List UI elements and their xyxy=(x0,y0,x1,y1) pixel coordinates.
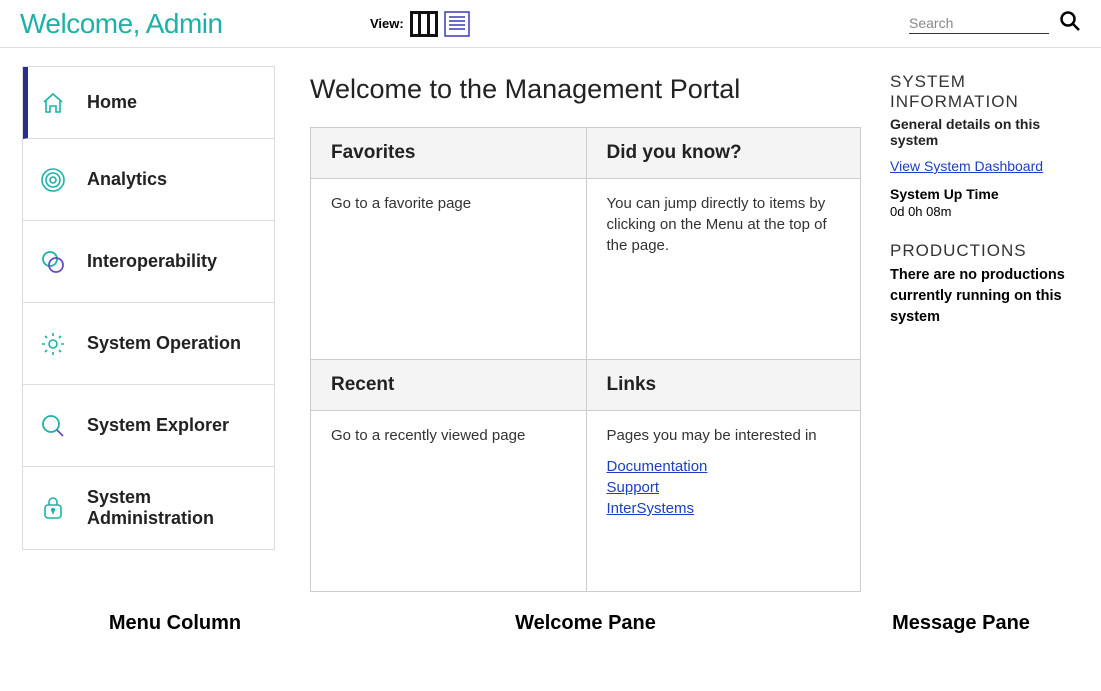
link-support[interactable]: Support xyxy=(607,477,841,498)
annotation-welcome-pane: Welcome Pane xyxy=(320,612,851,635)
sidebar-item-label: Home xyxy=(87,92,137,113)
welcome-greeting: Welcome, Admin xyxy=(20,8,370,40)
uptime-label: System Up Time xyxy=(890,186,1089,202)
list-view-icon[interactable] xyxy=(444,11,470,37)
sidebar-item-label: System Operation xyxy=(87,333,241,354)
recent-cell: Recent Go to a recently viewed page xyxy=(311,360,586,591)
annotation-message-pane: Message Pane xyxy=(851,612,1071,635)
link-intersystems[interactable]: InterSystems xyxy=(607,498,841,519)
links-body: Pages you may be interested in Documenta… xyxy=(587,411,861,591)
view-switcher: View: xyxy=(370,11,520,37)
home-icon xyxy=(39,89,67,117)
sidebar-item-home[interactable]: Home xyxy=(23,67,274,139)
view-label: View: xyxy=(370,16,404,31)
magnifier-icon xyxy=(39,412,67,440)
recent-body: Go to a recently viewed page xyxy=(311,411,586,591)
main-layout: Home Analytics Interoperability System O… xyxy=(0,48,1101,592)
lock-icon xyxy=(39,494,67,522)
links-intro: Pages you may be interested in xyxy=(607,425,841,446)
sidebar-item-label: System Explorer xyxy=(87,415,229,436)
system-dashboard-link[interactable]: View System Dashboard xyxy=(890,158,1089,174)
search-input[interactable] xyxy=(909,13,1049,34)
productions-title: PRODUCTIONS xyxy=(890,241,1089,261)
annotation-menu-column: Menu Column xyxy=(30,612,320,635)
sidebar: Home Analytics Interoperability System O… xyxy=(0,66,275,592)
system-info-subtitle: General details on this system xyxy=(890,116,1089,148)
search-area xyxy=(909,10,1081,37)
sidebar-item-system-administration[interactable]: System Administration xyxy=(23,467,274,549)
info-grid-top: Favorites Go to a favorite page Did you … xyxy=(310,127,861,360)
page-title: Welcome to the Management Portal xyxy=(310,74,861,105)
links-cell: Links Pages you may be interested in Doc… xyxy=(586,360,861,591)
favorites-cell: Favorites Go to a favorite page xyxy=(311,128,586,359)
sidebar-item-system-operation[interactable]: System Operation xyxy=(23,303,274,385)
message-pane: SYSTEM INFORMATION General details on th… xyxy=(886,66,1101,592)
favorites-body: Go to a favorite page xyxy=(311,179,586,359)
recent-header: Recent xyxy=(311,360,586,411)
search-icon[interactable] xyxy=(1059,10,1081,37)
sidebar-item-interoperability[interactable]: Interoperability xyxy=(23,221,274,303)
info-grid-bottom: Recent Go to a recently viewed page Link… xyxy=(310,360,861,592)
didyouknow-body: You can jump directly to items by clicki… xyxy=(587,179,861,359)
sidebar-item-label: Analytics xyxy=(87,169,167,190)
gear-icon xyxy=(39,330,67,358)
sidebar-item-analytics[interactable]: Analytics xyxy=(23,139,274,221)
didyouknow-header: Did you know? xyxy=(587,128,861,179)
target-icon xyxy=(39,166,67,194)
header: Welcome, Admin View: xyxy=(0,0,1101,48)
link-icon xyxy=(39,248,67,276)
system-info-title: SYSTEM INFORMATION xyxy=(890,72,1089,112)
sidebar-item-label: System Administration xyxy=(87,487,274,529)
welcome-pane: Welcome to the Management Portal Favorit… xyxy=(275,66,886,592)
links-header: Links xyxy=(587,360,861,411)
productions-body: There are no productions currently runni… xyxy=(890,265,1089,328)
sidebar-item-label: Interoperability xyxy=(87,251,217,272)
favorites-header: Favorites xyxy=(311,128,586,179)
columns-view-icon[interactable] xyxy=(410,11,438,37)
link-documentation[interactable]: Documentation xyxy=(607,456,841,477)
didyouknow-cell: Did you know? You can jump directly to i… xyxy=(586,128,861,359)
uptime-value: 0d 0h 08m xyxy=(890,204,1089,219)
annotation-labels: Menu Column Welcome Pane Message Pane xyxy=(0,612,1101,635)
menu-list: Home Analytics Interoperability System O… xyxy=(22,66,275,550)
sidebar-item-system-explorer[interactable]: System Explorer xyxy=(23,385,274,467)
